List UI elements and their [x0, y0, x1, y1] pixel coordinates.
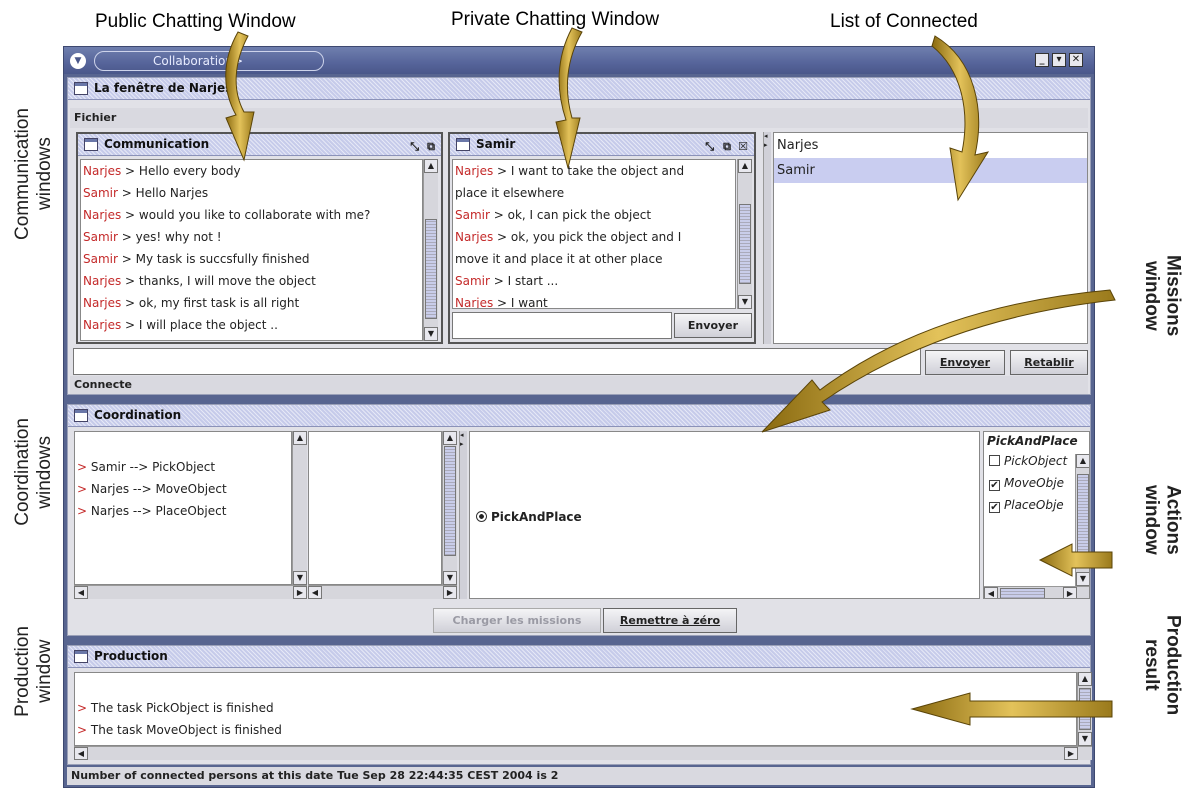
private-chat-arrow: [555, 27, 583, 169]
actions-arrow: [1038, 543, 1113, 577]
callout-arrows: [225, 27, 1116, 726]
connected-list-arrow: [931, 35, 990, 202]
public-chat-arrow: [225, 31, 255, 162]
missions-arrow: [761, 289, 1116, 433]
production-result-arrow: [910, 692, 1113, 726]
